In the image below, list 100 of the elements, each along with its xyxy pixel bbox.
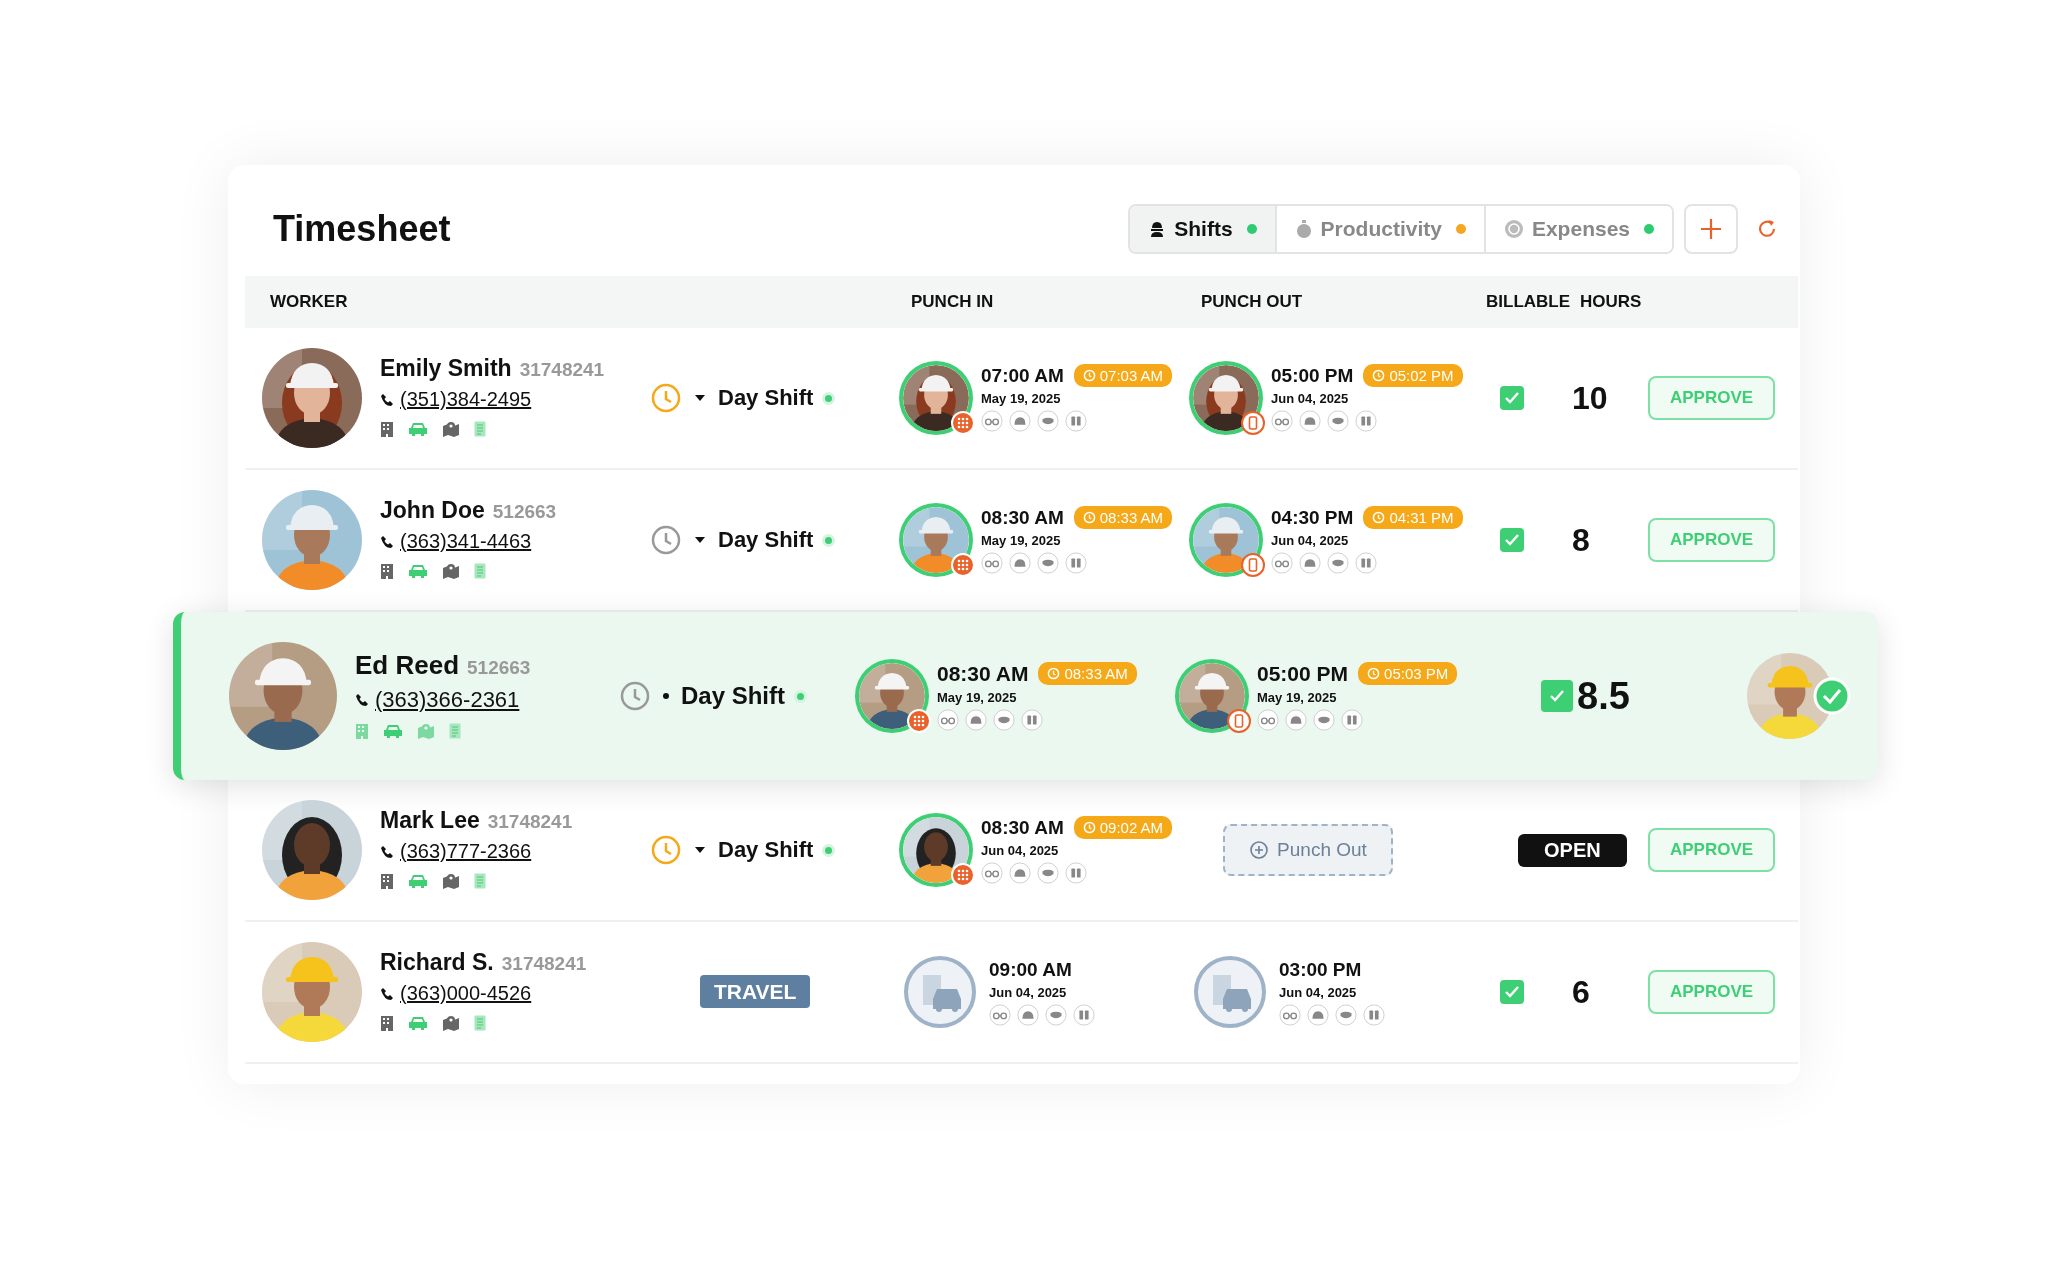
refresh-icon[interactable] bbox=[1756, 217, 1778, 240]
add-button[interactable] bbox=[1684, 203, 1738, 254]
mask-icon bbox=[1037, 552, 1059, 574]
punch-date: May 19, 2025 bbox=[1257, 689, 1338, 705]
punch-date: May 19, 2025 bbox=[981, 391, 1062, 406]
billable-checkbox[interactable] bbox=[1541, 680, 1573, 712]
mask-icon bbox=[1335, 1003, 1357, 1026]
building-icon bbox=[380, 1015, 394, 1031]
mask-icon bbox=[1327, 552, 1349, 574]
punch-time: 08:30 AM bbox=[937, 661, 1029, 686]
worker-name: Emily Smith bbox=[380, 355, 512, 382]
car-icon bbox=[408, 564, 428, 578]
glasses-icon bbox=[989, 1003, 1011, 1026]
hours-value: 10 bbox=[1572, 379, 1609, 417]
receipt-icon bbox=[474, 421, 486, 437]
shift-name: Day Shift bbox=[718, 837, 814, 863]
actual-time-badge: 09:02 AM bbox=[1073, 816, 1173, 839]
approve-button[interactable]: APPROVE bbox=[1648, 376, 1776, 420]
hard-hat-icon bbox=[1009, 862, 1031, 884]
plus-circle-icon bbox=[1249, 840, 1270, 860]
hard-hat-icon bbox=[1307, 1003, 1329, 1026]
tab[interactable]: Expenses bbox=[1483, 205, 1672, 252]
hard-hat-icon bbox=[1299, 552, 1321, 574]
caret-icon[interactable] bbox=[694, 536, 706, 544]
check-icon bbox=[1504, 532, 1520, 548]
worker-id: 31748241 bbox=[519, 359, 605, 381]
worker-name: John Doe bbox=[380, 497, 485, 524]
keypad-icon bbox=[951, 411, 975, 435]
check-icon bbox=[1504, 390, 1520, 406]
punch-time: 08:30 AM bbox=[981, 506, 1064, 529]
car-icon bbox=[383, 723, 403, 738]
punch-date: May 19, 2025 bbox=[981, 533, 1062, 548]
billable-checkbox[interactable] bbox=[1500, 528, 1524, 552]
punch-date: Jun 04, 2025 bbox=[1271, 533, 1350, 548]
hard-hat-icon bbox=[965, 708, 987, 731]
column-header: PUNCH OUT bbox=[1201, 292, 1304, 312]
map-icon bbox=[442, 1015, 460, 1031]
worker-id: 512663 bbox=[492, 501, 557, 523]
hard-hat-icon bbox=[1009, 552, 1031, 574]
phone-icon bbox=[355, 692, 369, 707]
stopwatch-icon bbox=[1294, 218, 1313, 239]
punch-out-button[interactable]: Punch Out bbox=[1223, 824, 1393, 876]
approve-button[interactable]: APPROVE bbox=[1648, 518, 1776, 562]
column-header: PUNCH IN bbox=[911, 292, 995, 312]
actual-time-badge: 08:33 AM bbox=[1073, 506, 1173, 529]
punch-time: 09:00 AM bbox=[989, 958, 1073, 981]
check-icon bbox=[1813, 677, 1851, 715]
worker-name: Mark Lee bbox=[380, 807, 480, 834]
phone-icon bbox=[1241, 553, 1265, 577]
building-icon bbox=[380, 421, 394, 437]
mask-icon bbox=[1313, 708, 1335, 731]
column-header: HOURS bbox=[1580, 292, 1643, 312]
mask-icon bbox=[1037, 862, 1059, 884]
tab[interactable]: Shifts bbox=[1130, 205, 1275, 252]
map-icon bbox=[442, 873, 460, 889]
approve-button[interactable]: APPROVE bbox=[1648, 828, 1776, 872]
phone-link[interactable]: (363)000-4526 bbox=[400, 982, 532, 1005]
mask-icon bbox=[1045, 1003, 1067, 1026]
worker-name: Ed Reed bbox=[355, 649, 460, 681]
receipt-icon bbox=[474, 563, 486, 579]
travel-badge: TRAVEL bbox=[700, 975, 811, 1008]
page-title: Timesheet bbox=[273, 207, 452, 250]
keypad-icon bbox=[907, 709, 931, 733]
status-badge: OPEN bbox=[1518, 833, 1627, 867]
shift-name: Day Shift bbox=[681, 682, 785, 710]
phone-link[interactable]: (363)366-2361 bbox=[375, 686, 520, 713]
mask-icon bbox=[1037, 410, 1059, 432]
glasses-icon bbox=[981, 410, 1003, 432]
approve-button[interactable]: APPROVE bbox=[1648, 970, 1776, 1014]
phone-link[interactable]: (363)777-2366 bbox=[400, 840, 532, 863]
glasses-icon bbox=[1257, 708, 1279, 731]
hard-hat-icon bbox=[1285, 708, 1307, 731]
hours-value: 6 bbox=[1572, 973, 1591, 1011]
punch-time: 04:30 PM bbox=[1271, 506, 1354, 529]
worker-id: 512663 bbox=[467, 656, 531, 679]
actual-time-badge: 08:33 AM bbox=[1038, 662, 1137, 685]
billable-checkbox[interactable] bbox=[1500, 980, 1524, 1004]
actual-time-badge: 05:03 PM bbox=[1358, 662, 1458, 685]
phone-icon bbox=[380, 844, 394, 859]
phone-icon bbox=[1241, 411, 1265, 435]
check-icon bbox=[1504, 984, 1520, 1000]
worker-name: Richard S. bbox=[380, 949, 494, 976]
caret-icon[interactable] bbox=[694, 846, 706, 854]
phone-link[interactable]: (363)341-4463 bbox=[400, 530, 532, 553]
status-dot bbox=[825, 536, 833, 544]
map-icon bbox=[442, 421, 460, 437]
column-header: BILLABLE bbox=[1486, 292, 1572, 312]
map-icon bbox=[417, 722, 435, 739]
phone-link[interactable]: (351)384-2495 bbox=[400, 388, 532, 411]
hard-hat-icon bbox=[1009, 410, 1031, 432]
status-dot bbox=[825, 846, 833, 854]
shift-name: Day Shift bbox=[718, 527, 814, 553]
billable-checkbox[interactable] bbox=[1500, 386, 1524, 410]
punch-time: 05:00 PM bbox=[1271, 364, 1354, 387]
car-icon bbox=[408, 874, 428, 888]
punch-date: Jun 04, 2025 bbox=[1271, 391, 1350, 406]
punch-date: Jun 04, 2025 bbox=[989, 984, 1068, 1000]
status-dot bbox=[797, 692, 804, 700]
caret-icon[interactable] bbox=[694, 394, 706, 402]
mask-icon bbox=[1327, 410, 1349, 432]
